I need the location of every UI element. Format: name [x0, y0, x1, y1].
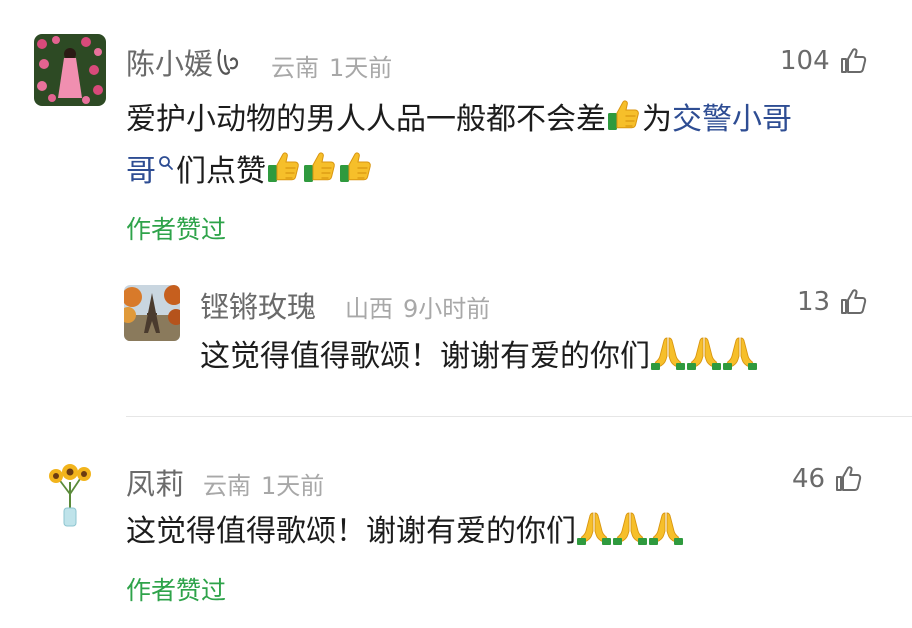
comment-meta: 云南 1天前: [271, 48, 402, 83]
thumbs-up-emoji-icon: [606, 98, 642, 134]
folded-hands-emoji-icon: [722, 335, 758, 371]
folded-hands-emoji-icon: [612, 510, 648, 546]
comment-location: 云南: [203, 472, 251, 500]
avatar[interactable]: [34, 34, 106, 106]
thumbs-up-outline-icon: [838, 46, 868, 76]
author-liked-badge: 作者赞过: [126, 576, 227, 605]
avatar-image-sunflower-vase: [34, 458, 106, 530]
reply-location: 山西: [345, 295, 393, 323]
thumbs-up-outline-icon: [838, 287, 868, 317]
comment-time: 1天前: [261, 472, 325, 500]
folded-hands-emoji-icon: [686, 335, 722, 371]
thumbs-up-emoji-icon: [266, 150, 302, 186]
folded-hands-emoji-icon: [576, 510, 612, 546]
like-count: 104: [780, 46, 830, 76]
thumbs-up-outline-icon: [833, 464, 863, 494]
topic-link[interactable]: 交警小哥: [672, 102, 792, 137]
topic-link-cont[interactable]: 哥: [126, 154, 156, 189]
reply-like-button[interactable]: 13: [797, 287, 868, 317]
reply-time: 9小时前: [403, 295, 491, 323]
folded-hands-emoji-icon: [650, 335, 686, 371]
folded-hands-emoji-icon: [648, 510, 684, 546]
comment-text[interactable]: 爱护小动物的男人人品一般都不会差 为交警小哥: [126, 94, 792, 146]
reply-like-count: 13: [797, 287, 831, 317]
comment-meta: 云南 1天前: [203, 466, 334, 501]
author-liked-badge: 作者赞过: [126, 215, 227, 244]
like-button[interactable]: 46: [792, 464, 863, 494]
avatar-image-eiffel-tower: [124, 285, 180, 341]
comment-text[interactable]: 这觉得值得歌颂！谢谢有爱的你们: [126, 506, 684, 558]
avatar-image-flower-field: [34, 34, 106, 106]
thumbs-up-emoji-icon: [338, 150, 374, 186]
search-icon[interactable]: [158, 155, 174, 171]
comment-username[interactable]: 陈小媛: [126, 41, 245, 83]
comments-page: 陈小媛 云南 1天前 104 爱护小动物的男人人品一般都不会差 为交警小哥 哥们点赞…: [0, 0, 912, 628]
comment-text-line2[interactable]: 哥们点赞: [126, 146, 374, 198]
avatar[interactable]: [34, 458, 106, 530]
reply-meta: 山西 9小时前: [345, 289, 500, 324]
comment-time: 1天前: [329, 54, 393, 82]
reply-avatar[interactable]: [124, 285, 180, 341]
like-button[interactable]: 104: [780, 46, 868, 76]
reply-username[interactable]: 铿锵玫瑰: [200, 284, 316, 326]
thumbs-up-emoji-icon: [302, 150, 338, 186]
reply-text[interactable]: 这觉得值得歌颂！谢谢有爱的你们: [200, 331, 758, 383]
doodle-emoji-icon: [215, 46, 245, 78]
comment-location: 云南: [271, 54, 319, 82]
divider: [126, 416, 912, 417]
like-count: 46: [792, 464, 826, 494]
comment-username[interactable]: 凤莉: [126, 461, 184, 503]
